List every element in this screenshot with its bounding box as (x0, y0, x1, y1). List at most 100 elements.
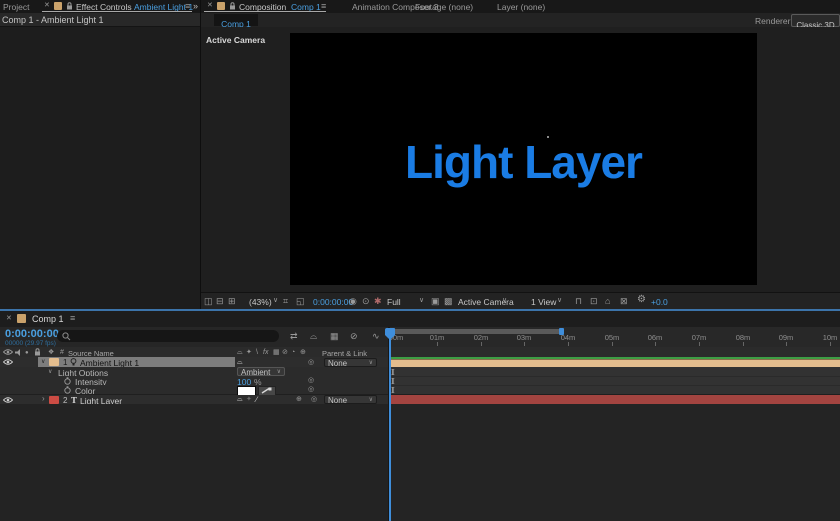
motion-blur-toggle-icon[interactable]: ⊕ (296, 396, 302, 404)
property-pickwhip-icon[interactable]: ◎ (308, 377, 314, 385)
timeline-panel: ✕ Comp 1 ≡ 0:00:00:00 00000 (29.97 fps) … (0, 311, 840, 521)
active-camera-label: Active Camera (206, 35, 266, 45)
value-ibeam-marker: I (391, 367, 395, 377)
collapse-chevron-icon[interactable]: ∨ (48, 368, 52, 376)
always-preview-icon[interactable]: ◫ (204, 297, 213, 306)
comp-title-text[interactable]: Light Layer (290, 135, 757, 189)
panel-menu-icon[interactable]: ≡ (70, 314, 75, 323)
anchor-point-dot[interactable] (547, 136, 549, 138)
comp-canvas[interactable]: Light Layer (290, 33, 757, 285)
exposure-gear-icon[interactable]: ⚙ (637, 295, 646, 305)
collapse-toggle-icon[interactable]: ✦ (246, 396, 252, 404)
hide-shy-layers-icon[interactable]: ⌓ (310, 332, 317, 341)
magnification-chevron-icon[interactable]: ∨ (273, 297, 278, 305)
panel-menu-icon[interactable]: ≡ (321, 2, 326, 11)
resolution-value[interactable]: Full (387, 297, 401, 307)
panel-menu-icon[interactable]: ≡ (185, 2, 190, 11)
frame-blend-enable-icon[interactable]: ▦ (330, 332, 339, 341)
channels-icon[interactable]: ✱ (374, 297, 382, 306)
renderer-button[interactable]: Classic 3D (791, 14, 840, 30)
lock-icon[interactable] (229, 2, 236, 10)
parent-pickwhip-icon[interactable]: ◎ (308, 359, 314, 367)
ruler-tick (437, 342, 438, 346)
flowchart-icon[interactable]: ⊠ (620, 297, 628, 306)
stopwatch-icon[interactable] (64, 385, 71, 394)
close-icon[interactable]: ✕ (44, 2, 50, 10)
composition-mini-flowchart-icon[interactable]: ⇄ (290, 332, 298, 341)
exposure-value[interactable]: +0.0 (651, 297, 668, 307)
property-name[interactable]: Color (75, 386, 95, 396)
close-icon[interactable]: ✕ (207, 2, 213, 10)
eyedropper-button[interactable] (258, 385, 276, 396)
expand-chevron-icon[interactable]: › (42, 394, 45, 403)
layer-label-swatch[interactable] (49, 395, 59, 404)
timeline-left-empty[interactable] (0, 404, 388, 521)
time-ruler[interactable]: 00m 01m 02m 03m 04m 05m 06m 07m 08m 09m … (389, 327, 840, 348)
stopwatch-icon[interactable] (64, 376, 71, 385)
pixel-aspect-icon[interactable]: ⊡ (590, 297, 598, 306)
graph-editor-icon[interactable]: ∿ (372, 332, 380, 341)
mirror-viewer-icon[interactable]: ⊞ (228, 297, 236, 306)
ruler-label: 01m (429, 333, 445, 342)
viewer-subtab-comp1[interactable]: Comp 1 (214, 14, 258, 29)
region-of-interest-icon[interactable]: ▣ (431, 297, 440, 306)
search-icon (62, 332, 71, 341)
lock-icon[interactable] (66, 2, 73, 10)
playhead-line[interactable] (389, 328, 391, 521)
ruler-tick (830, 342, 831, 346)
toolbar-timecode[interactable]: 0:00:00:00 (313, 297, 353, 307)
visibility-eye-icon[interactable] (3, 396, 13, 403)
shy-toggle-icon[interactable]: ⌓ (237, 359, 243, 367)
light-layer-type-icon (70, 358, 77, 366)
fast-previews-icon[interactable]: ⌂ (605, 297, 610, 306)
effect-controls-body[interactable] (0, 27, 200, 309)
current-timecode[interactable]: 0:00:00:00 (5, 328, 59, 340)
tab-layer[interactable]: Layer (none) (497, 2, 545, 12)
layer-label-swatch[interactable] (49, 358, 59, 366)
color-swatch-white[interactable] (237, 385, 256, 396)
layer-bar-light-layer[interactable] (390, 395, 840, 404)
ruler-label: 02m (473, 333, 489, 342)
light-type-dropdown[interactable]: Ambient ∨ (237, 367, 285, 377)
primary-viewer-icon[interactable]: ⊟ (216, 297, 224, 306)
view-layout-chevron-icon[interactable]: ∨ (557, 297, 562, 305)
visibility-eye-icon[interactable] (3, 359, 13, 365)
quality-toggle-icon[interactable]: ∕ (256, 395, 257, 404)
property-row-color[interactable]: Color ◎ (0, 385, 388, 396)
motion-blur-enable-icon[interactable]: ⊘ (350, 332, 358, 341)
parent-dropdown[interactable]: None ∨ (324, 395, 377, 405)
adjustment-switch-icon: ◔ (291, 348, 296, 356)
resolution-chevron-icon[interactable]: ∨ (419, 297, 424, 305)
track-area[interactable]: I I I (390, 347, 840, 521)
snapshot-icon[interactable]: ◉ (349, 297, 357, 306)
grid-guides-icon[interactable]: ⌗ (283, 297, 288, 306)
show-snapshot-icon[interactable]: ⊙ (362, 297, 370, 306)
share-view-icon[interactable]: ⊓ (575, 297, 582, 306)
value-ibeam-marker: I (391, 385, 395, 395)
active-tab-underline (42, 11, 192, 12)
tab-footage[interactable]: Footage (none) (415, 2, 473, 12)
effect-controls-panel: Project ✕ Effect Controls Ambient Light … (0, 0, 200, 309)
layer-number-column-icon: # (60, 348, 64, 356)
close-icon[interactable]: ✕ (6, 315, 12, 323)
search-box[interactable] (57, 330, 279, 342)
after-effects-window: Project ✕ Effect Controls Ambient Light … (0, 0, 840, 521)
cube-3d-switch-icon: ⊕ (300, 348, 306, 356)
tab-project[interactable]: Project (3, 2, 29, 12)
parent-pickwhip-icon[interactable]: ◎ (311, 396, 317, 404)
timeline-tab-comp1[interactable]: Comp 1 (32, 314, 64, 324)
shy-toggle-icon[interactable]: ⌓ (237, 396, 243, 404)
magnification-value[interactable]: (43%) (249, 297, 272, 307)
rulers-icon[interactable]: ◱ (296, 297, 305, 306)
parent-dropdown[interactable]: None ∨ (324, 357, 377, 368)
expand-chevron-icon[interactable]: ∨ (41, 358, 45, 365)
camera-view-chevron-icon[interactable]: ∨ (502, 297, 507, 305)
track-area-empty[interactable] (390, 404, 840, 521)
composition-tabbar: ✕ Composition Comp 1 ≡ Animation Compose… (201, 0, 840, 14)
view-layout-value[interactable]: 1 View (531, 297, 556, 307)
transparency-grid-icon[interactable]: ▩ (444, 297, 453, 306)
property-pickwhip-icon[interactable]: ◎ (308, 386, 314, 394)
overflow-tabs-icon[interactable]: » (193, 2, 198, 11)
viewer-subtab-row: Comp 1 Renderer: Classic 3D (201, 13, 840, 30)
composition-viewer[interactable]: Active Camera Light Layer (201, 27, 840, 292)
